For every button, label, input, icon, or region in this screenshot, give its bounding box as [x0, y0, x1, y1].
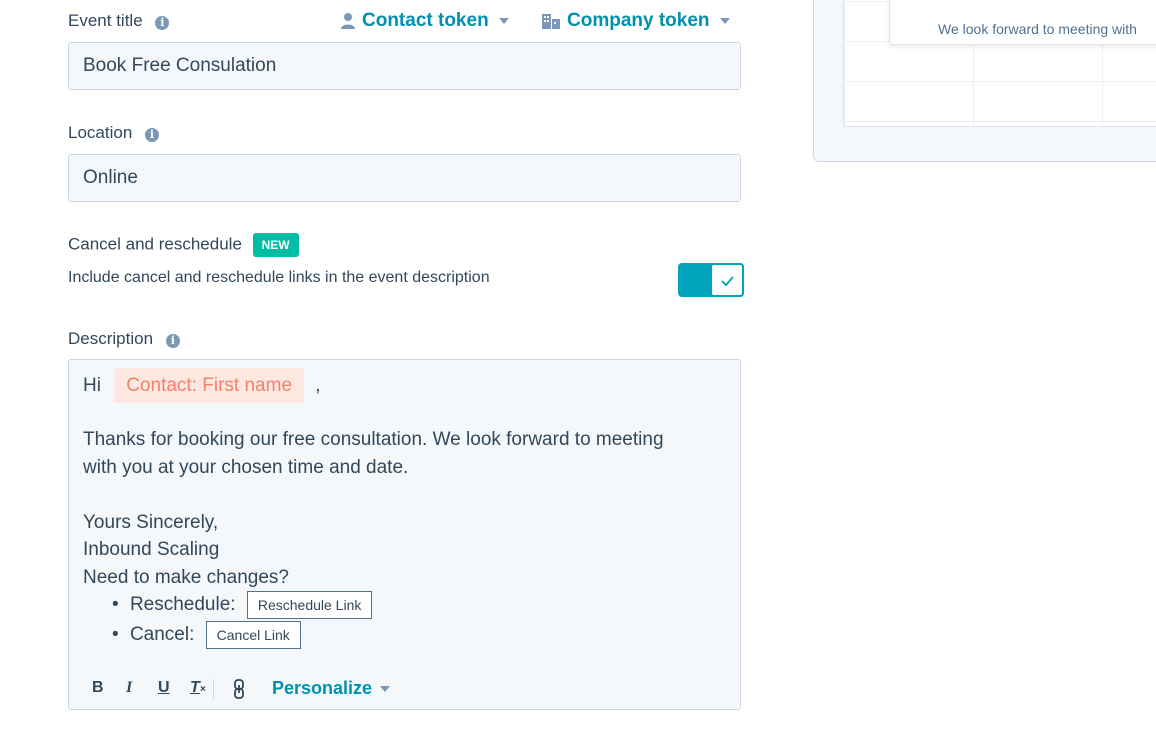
- greeting-line: Hi Contact: First name ,: [83, 368, 321, 403]
- contact-token-dropdown[interactable]: Contact token: [340, 10, 509, 32]
- body-line-5: Need to make changes?: [83, 567, 289, 588]
- body-line-4: Inbound Scaling: [83, 539, 220, 560]
- event-title-label: Event title: [68, 11, 143, 30]
- chevron-down-icon: [498, 18, 509, 24]
- personalize-dropdown[interactable]: Personalize: [272, 678, 391, 699]
- greeting-text: Hi: [83, 375, 101, 396]
- reschedule-link-button[interactable]: Reschedule Link: [246, 591, 373, 619]
- reschedule-label: Reschedule:: [129, 594, 236, 616]
- comma-text: ,: [315, 375, 321, 396]
- cancel-reschedule-label: Cancel and reschedule: [68, 234, 242, 254]
- event-title-input[interactable]: Book Free Consulation: [68, 42, 741, 90]
- location-label-row: Location i: [68, 123, 160, 143]
- cancel-link-button[interactable]: Cancel Link: [205, 621, 301, 649]
- event-title-label-row: Event title i: [68, 11, 170, 31]
- toggle-knob: [710, 263, 744, 297]
- location-value: Online: [83, 167, 138, 188]
- description-label: Description: [68, 329, 154, 348]
- cancel-reschedule-toggle[interactable]: [678, 263, 744, 297]
- company-token-label: Company token: [567, 10, 710, 31]
- italic-button[interactable]: I: [126, 679, 132, 697]
- cancel-reschedule-label-row: Cancel and reschedule NEW: [68, 233, 299, 257]
- bold-button[interactable]: B: [92, 679, 104, 697]
- location-input[interactable]: Online: [68, 154, 741, 202]
- cancel-label: Cancel:: [129, 624, 195, 646]
- new-badge: NEW: [252, 233, 299, 257]
- link-icon[interactable]: [232, 679, 246, 699]
- info-icon[interactable]: i: [145, 128, 160, 142]
- preview-event-popup: We look forward to meeting with: [889, 0, 1156, 45]
- clear-format-button[interactable]: T×: [190, 679, 206, 697]
- cancel-list-item: • Cancel: Cancel Link: [112, 621, 301, 649]
- check-icon: [721, 276, 734, 287]
- info-icon[interactable]: i: [155, 16, 170, 30]
- toolbar-divider: [213, 679, 214, 699]
- bullet: •: [112, 594, 119, 616]
- reschedule-list-item: • Reschedule: Reschedule Link: [112, 591, 373, 619]
- body-line-2: with you at your chosen time and date.: [83, 457, 409, 478]
- clear-format-icon: T: [190, 679, 200, 696]
- info-icon[interactable]: i: [165, 334, 180, 348]
- company-token-dropdown[interactable]: Company token: [541, 10, 730, 32]
- preview-text: We look forward to meeting with: [938, 21, 1137, 37]
- body-line-3: Yours Sincerely,: [83, 512, 219, 533]
- person-icon: [341, 13, 355, 29]
- contact-first-name-token[interactable]: Contact: First name: [114, 368, 305, 403]
- contact-token-label: Contact token: [362, 10, 489, 31]
- body-line-1: Thanks for booking our free consultation…: [83, 429, 664, 450]
- chevron-down-icon: [380, 685, 391, 692]
- building-icon: [542, 14, 560, 29]
- event-title-value: Book Free Consulation: [83, 55, 277, 76]
- personalize-label: Personalize: [272, 678, 373, 698]
- bullet: •: [112, 624, 119, 646]
- description-label-row: Description i: [68, 329, 180, 349]
- chevron-down-icon: [719, 18, 730, 24]
- location-label: Location: [68, 123, 133, 142]
- underline-button[interactable]: U: [158, 679, 170, 697]
- cancel-reschedule-description: Include cancel and reschedule links in t…: [68, 269, 490, 286]
